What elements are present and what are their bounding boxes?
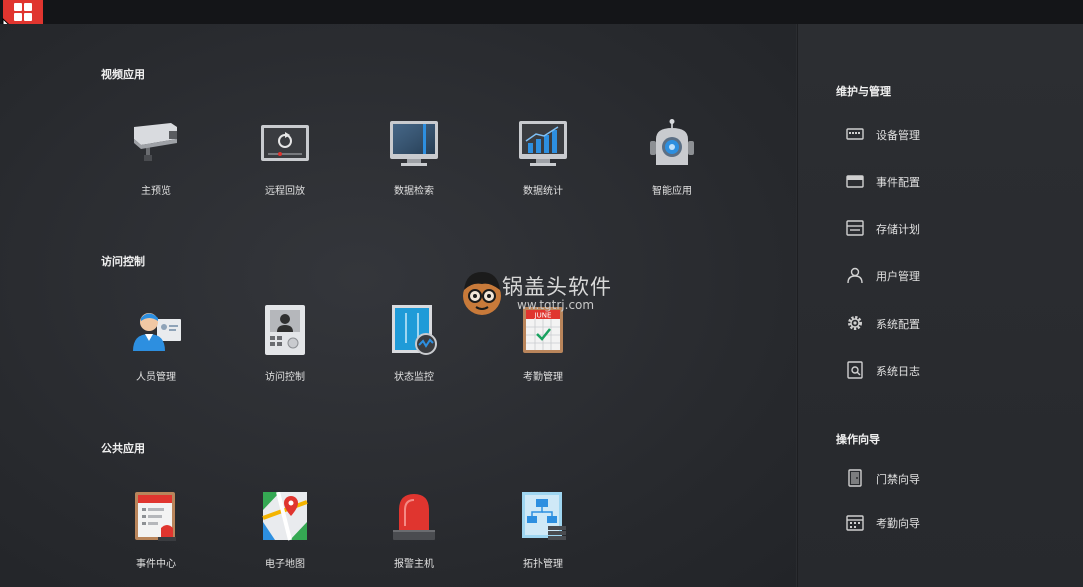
sidebar-item-label: 用户管理 <box>876 270 920 283</box>
sidebar-item-system-config[interactable]: 系统配置 <box>846 312 1046 334</box>
map-pin-icon <box>262 492 308 541</box>
alarm-beacon-icon <box>393 494 435 540</box>
section-title-access: 访问控制 <box>101 255 145 268</box>
sidebar-item-door-wizard[interactable]: 门禁向导 <box>846 467 1046 489</box>
watermark: 锅盖头软件 ww.tgtrj.com <box>460 270 630 320</box>
section-title-video: 视频应用 <box>101 68 145 81</box>
bar-chart-monitor-icon <box>519 121 567 166</box>
app-smart-application[interactable]: 智能应用 <box>622 119 722 204</box>
device-icon <box>846 128 864 140</box>
sidebar-item-label: 系统配置 <box>876 318 920 331</box>
app-label: 数据检索 <box>394 186 434 197</box>
app-event-center[interactable]: 事件中心 <box>106 492 206 577</box>
sidebar-item-event-config[interactable]: 事件配置 <box>846 170 1046 192</box>
person-id-card-icon <box>133 313 181 351</box>
sidebar-item-storage-plan[interactable]: 存储计划 <box>846 217 1046 239</box>
grid-menu-icon <box>14 3 32 21</box>
sidebar-item-label: 设备管理 <box>876 129 920 142</box>
log-icon <box>847 361 863 379</box>
sidebar-title-wizard: 操作向导 <box>836 433 880 446</box>
cctv-camera-icon <box>134 123 177 161</box>
app-label: 状态监控 <box>394 372 434 383</box>
app-data-statistics[interactable]: 数据统计 <box>493 119 593 204</box>
app-label: 智能应用 <box>652 186 692 197</box>
app-remote-playback[interactable]: 远程回放 <box>235 119 335 204</box>
app-label: 考勤管理 <box>523 372 563 383</box>
sidebar-item-label: 门禁向导 <box>876 473 920 486</box>
door-status-icon <box>392 305 437 355</box>
app-alarm-host[interactable]: 报警主机 <box>364 492 464 577</box>
sidebar-item-label: 考勤向导 <box>876 517 920 530</box>
section-title-public: 公共应用 <box>101 442 145 455</box>
app-label: 电子地图 <box>265 559 305 570</box>
user-icon <box>847 267 863 284</box>
sidebar-title-maintenance: 维护与管理 <box>836 85 891 98</box>
app-personnel-management[interactable]: 人员管理 <box>106 305 206 390</box>
app-label: 人员管理 <box>136 372 176 383</box>
app-electronic-map[interactable]: 电子地图 <box>235 492 335 577</box>
gear-icon <box>848 316 862 330</box>
app-label: 拓扑管理 <box>523 559 563 570</box>
sidebar: 维护与管理 设备管理 事件配置 存储计划 用户管理 系统配置 系统日志 操作向导… <box>797 24 1083 587</box>
watermark-text: 锅盖头软件 <box>502 275 612 299</box>
calendar-icon <box>846 515 864 531</box>
application-panel: 视频应用 主预览 远程回放 数据检索 数据统计 智能应用 访问控制 人员管理 访… <box>0 24 796 587</box>
app-main-preview[interactable]: 主预览 <box>106 119 206 204</box>
remote-playback-icon <box>261 125 309 161</box>
top-bar <box>0 0 1083 24</box>
app-label: 事件中心 <box>136 559 176 570</box>
app-label: 主预览 <box>141 186 171 197</box>
app-status-monitor[interactable]: 状态监控 <box>364 305 464 390</box>
app-label: 访问控制 <box>265 372 305 383</box>
app-label: 远程回放 <box>265 186 305 197</box>
sidebar-item-label: 存储计划 <box>876 223 920 236</box>
sidebar-item-user-management[interactable]: 用户管理 <box>846 264 1046 286</box>
door-icon <box>848 469 862 487</box>
event-config-icon <box>846 175 864 188</box>
sidebar-item-attendance-wizard[interactable]: 考勤向导 <box>846 511 1046 533</box>
app-topology-management[interactable]: 拓扑管理 <box>493 492 593 577</box>
watermark-logo-icon <box>463 272 501 315</box>
sidebar-item-label: 事件配置 <box>876 176 920 189</box>
app-data-search[interactable]: 数据检索 <box>364 119 464 204</box>
robot-icon <box>650 119 694 165</box>
event-center-alarm-icon <box>135 492 176 541</box>
sidebar-item-system-log[interactable]: 系统日志 <box>846 359 1046 381</box>
app-label: 报警主机 <box>394 559 434 570</box>
topology-icon <box>522 492 566 540</box>
data-search-monitor-icon <box>390 121 438 166</box>
app-label: 数据统计 <box>523 186 563 197</box>
storage-icon <box>846 220 864 236</box>
sidebar-item-device-management[interactable]: 设备管理 <box>846 123 1046 145</box>
door-intercom-icon <box>265 305 305 355</box>
app-access-control[interactable]: 访问控制 <box>235 305 335 390</box>
sidebar-item-label: 系统日志 <box>876 365 920 378</box>
watermark-url: ww.tgtrj.com <box>517 298 595 312</box>
